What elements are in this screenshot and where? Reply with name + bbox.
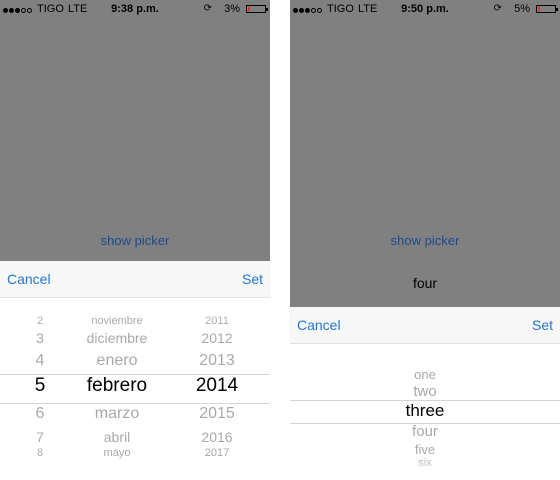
- cancel-button[interactable]: Cancel: [297, 317, 341, 333]
- picker-option[interactable]: six: [418, 458, 431, 469]
- month-option[interactable]: marzo: [95, 406, 139, 422]
- rotation-lock-icon: ⟳: [203, 3, 212, 14]
- picker-option[interactable]: three: [406, 402, 445, 419]
- set-button[interactable]: Set: [532, 317, 553, 333]
- rotation-lock-icon: ⟳: [493, 3, 502, 14]
- month-option[interactable]: mayo: [104, 448, 131, 459]
- year-option[interactable]: 2012: [201, 331, 232, 345]
- battery-level: [538, 7, 540, 11]
- battery-level: [248, 7, 250, 11]
- day-option[interactable]: 3: [36, 331, 44, 345]
- battery-percent: 3%: [224, 3, 240, 15]
- day-option[interactable]: 2: [37, 316, 43, 327]
- month-option[interactable]: diciembre: [87, 331, 148, 345]
- year-option[interactable]: 2017: [205, 448, 229, 459]
- battery-icon: [246, 5, 268, 13]
- status-bar: TIGO LTE 9:38 p.m. ⟳ 3%: [0, 0, 270, 20]
- year-option[interactable]: 2016: [201, 430, 232, 444]
- show-picker-link[interactable]: show picker: [290, 233, 560, 248]
- month-option[interactable]: febrero: [87, 376, 147, 395]
- battery-percent: 5%: [514, 3, 530, 15]
- picker-toolbar: Cancel Set: [290, 307, 560, 344]
- picker-option[interactable]: one: [414, 368, 436, 381]
- date-picker[interactable]: 2 3 4 5 6 7 8 noviembre diciembre enero febrero mar…: [0, 298, 270, 480]
- right-phone-screen: TIGO LTE 9:50 p.m. ⟳ 5% show picker four…: [290, 0, 560, 480]
- year-option[interactable]: 2013: [199, 353, 235, 369]
- set-button[interactable]: Set: [242, 271, 263, 287]
- day-option[interactable]: 8: [37, 448, 43, 459]
- day-option[interactable]: 7: [36, 430, 44, 444]
- status-bar: TIGO LTE 9:50 p.m. ⟳ 5%: [290, 0, 560, 20]
- show-picker-link[interactable]: show picker: [0, 233, 270, 248]
- picker-option[interactable]: two: [413, 384, 436, 399]
- picker-toolbar: Cancel Set: [0, 261, 270, 298]
- month-option[interactable]: abril: [104, 430, 130, 444]
- battery-icon: [536, 5, 558, 13]
- year-option[interactable]: 2015: [199, 406, 235, 422]
- year-option[interactable]: 2011: [205, 316, 229, 327]
- picker-fade-top: [290, 344, 560, 366]
- picker-option[interactable]: five: [415, 443, 435, 456]
- day-option[interactable]: 6: [36, 406, 45, 422]
- day-option[interactable]: 5: [35, 376, 46, 395]
- picker-fade-bottom: [0, 458, 270, 480]
- day-option[interactable]: 4: [36, 353, 45, 369]
- selected-value-label: four: [412, 275, 438, 291]
- cancel-button[interactable]: Cancel: [7, 271, 51, 287]
- picker-option[interactable]: four: [412, 424, 438, 439]
- month-option[interactable]: noviembre: [91, 316, 142, 327]
- left-phone-screen: TIGO LTE 9:38 p.m. ⟳ 3% show picker Canc…: [0, 0, 270, 480]
- month-option[interactable]: enero: [97, 353, 138, 369]
- value-picker[interactable]: one two three four five six: [290, 344, 560, 480]
- year-option[interactable]: 2014: [196, 376, 238, 395]
